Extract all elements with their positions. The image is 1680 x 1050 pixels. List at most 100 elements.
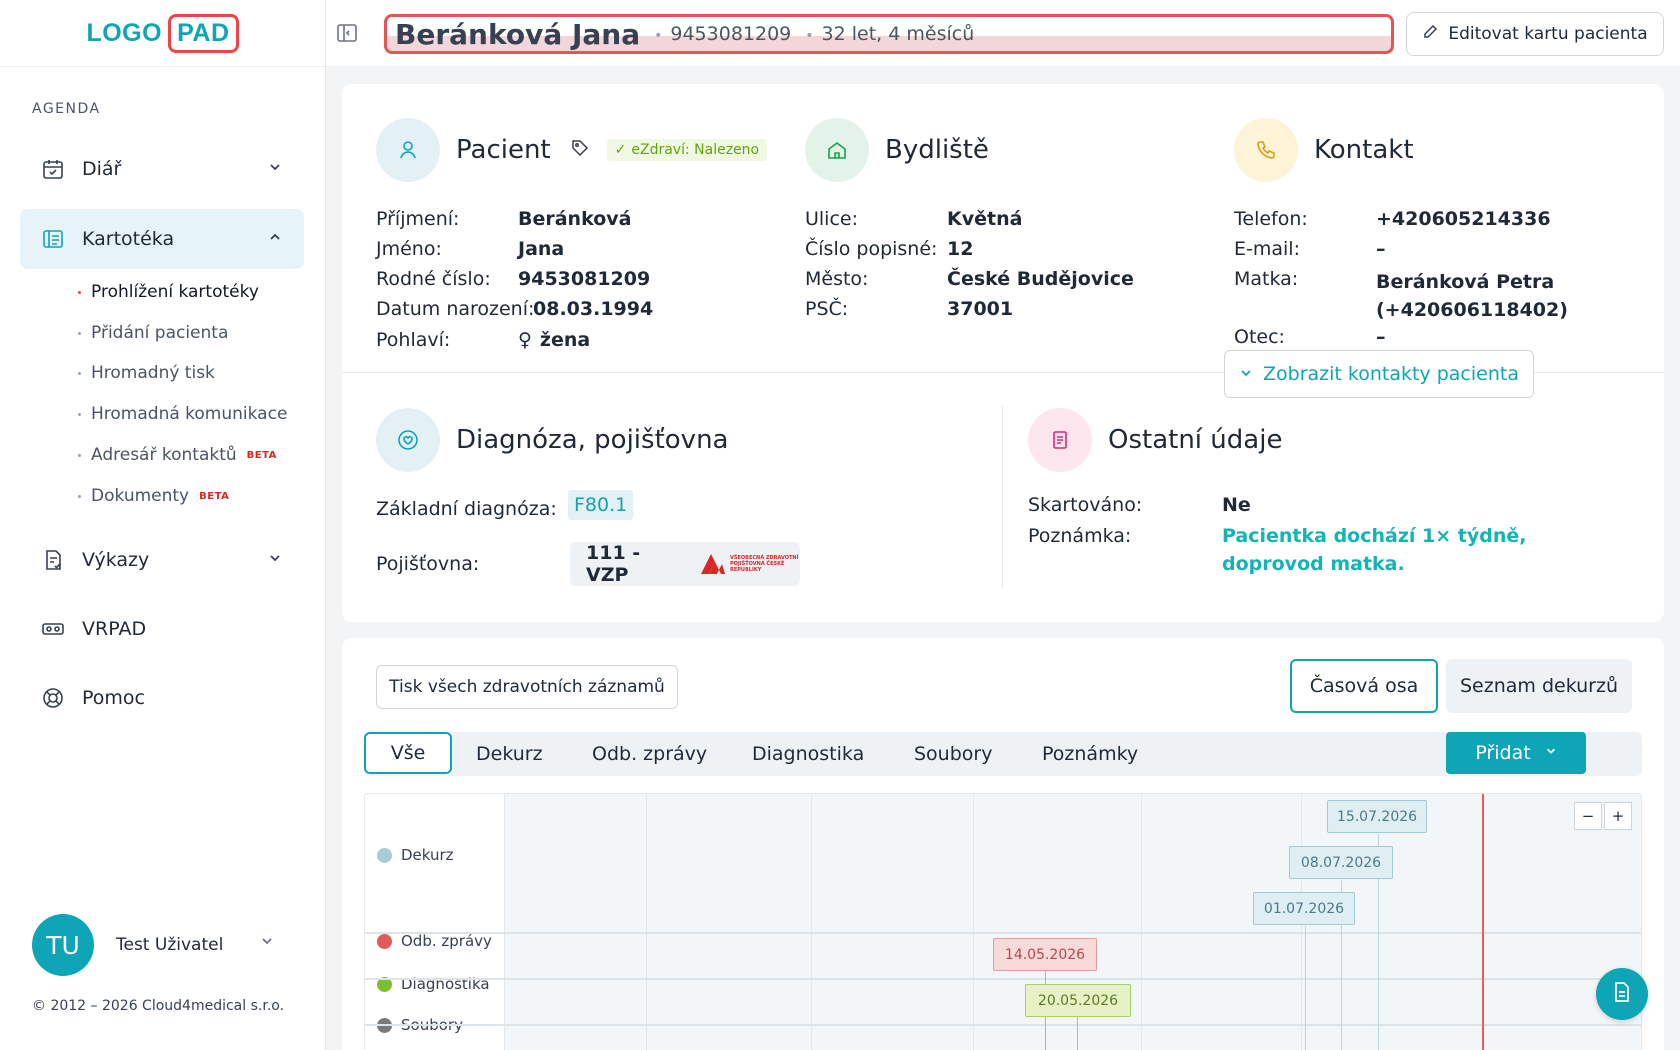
timeline-event[interactable]: 14.05.2026 <box>993 938 1097 971</box>
vr-headset-icon <box>40 616 66 642</box>
timeline-event[interactable]: 20.05.2026 <box>1025 984 1131 1017</box>
logo[interactable]: LOGO PAD <box>86 13 239 53</box>
note-value: Pacientka dochází 1× týdně, doprovod mat… <box>1222 525 1527 575</box>
section-divider-vertical <box>1002 406 1003 588</box>
zoom-in-button[interactable]: + <box>1604 802 1632 830</box>
user-menu[interactable]: TU Test Uživatel <box>32 914 272 976</box>
view-timeline-button[interactable]: Časová osa <box>1290 659 1438 713</box>
pencil-icon <box>1422 24 1438 45</box>
residence-section-header: Bydliště <box>805 118 989 182</box>
subitem-label: Přidání pacienta <box>91 323 229 343</box>
field-father: Otec: – <box>1234 326 1386 348</box>
diagnosis-code[interactable]: F80.1 <box>568 490 634 520</box>
calendar-check-icon <box>40 156 66 182</box>
field-label: Rodné číslo: <box>376 268 491 290</box>
field-note: Poznámka: <box>1028 525 1131 547</box>
field-label: Skartováno: <box>1028 494 1143 516</box>
show-contacts-label: Zobrazit kontakty pacienta <box>1263 363 1519 385</box>
lane-separator <box>365 932 1641 934</box>
sidebar-subitem-hromadny-tisk[interactable]: Hromadný tisk <box>78 363 215 383</box>
tab-dekurz[interactable]: Dekurz <box>476 732 543 776</box>
check-icon: ✓ <box>614 142 627 158</box>
field-base-diagnosis: Základní diagnóza: <box>376 498 557 520</box>
edit-patient-button[interactable]: Editovat kartu pacienta <box>1406 12 1664 56</box>
lane-name: Odb. zprávy <box>401 932 492 950</box>
chevron-down-icon <box>1239 363 1253 385</box>
lane-dot <box>377 847 392 863</box>
tag-icon[interactable] <box>571 139 589 161</box>
timeline-event[interactable]: 08.07.2026 <box>1289 846 1393 879</box>
floating-document-button[interactable] <box>1596 968 1648 1020</box>
field-value: 08.03.1994 <box>533 298 654 320</box>
sidebar-subitem-adresar[interactable]: Adresář kontaktů BETA <box>78 445 277 465</box>
field-house-number: Číslo popisné: 12 <box>805 238 973 260</box>
field-value: 12 <box>947 238 974 260</box>
sidebar-item-vykazy[interactable]: Výkazy <box>20 530 304 590</box>
sidebar-subitem-dokumenty[interactable]: Dokumenty BETA <box>78 486 229 506</box>
logo-part-1: LOGO <box>86 18 163 47</box>
timeline-event[interactable]: 01.07.2026 <box>1253 892 1355 925</box>
lifebuoy-icon <box>40 685 66 711</box>
sidebar-item-label: Výkazy <box>82 549 150 571</box>
field-value: – <box>1376 238 1386 260</box>
card-index-icon <box>40 226 66 252</box>
sidebar-toggle-icon[interactable] <box>336 22 358 44</box>
phone-icon <box>1234 118 1298 182</box>
patient-age: • 32 let, 4 měsíců <box>805 23 974 45</box>
grid-line <box>811 794 812 1050</box>
insurer-box: 111 - VZP VŠEOBECNÁ ZDRAVOTNÍ POJIŠŤOVNA… <box>570 542 800 586</box>
field-gender: Pohlaví: ♀ žena <box>376 329 590 351</box>
other-section-title: Ostatní údaje <box>1108 425 1283 455</box>
tab-all[interactable]: Vše <box>364 732 452 774</box>
patient-title: Beránková Jana • 9453081209 • 32 let, 4 mě… <box>384 14 1394 54</box>
female-icon: ♀ <box>518 329 532 351</box>
field-label: Pohlaví: <box>376 329 451 351</box>
add-record-button[interactable]: Přidat <box>1446 732 1586 774</box>
print-all-records-button[interactable]: Tisk všech zdravotních záznamů <box>376 665 678 709</box>
contact-section-title: Kontakt <box>1314 135 1414 165</box>
copyright: © 2012 – 2026 Cloud4medical s.r.o. <box>32 998 285 1014</box>
patient-info-card: Pacient ✓ eZdraví: Nalezeno Příjmení: Berá… <box>342 84 1664 622</box>
chevron-down-icon <box>268 550 282 569</box>
ezdravi-badge: ✓ eZdraví: Nalezeno <box>606 139 768 161</box>
field-label: Číslo popisné: <box>805 238 938 260</box>
sidebar: LOGO PAD AGENDA Diář Kartotéka Prohlížen… <box>0 0 326 1050</box>
lane-dot <box>377 933 392 949</box>
edit-patient-label: Editovat kartu pacienta <box>1448 24 1648 44</box>
tab-notes[interactable]: Poznámky <box>1042 732 1138 776</box>
lane-separator <box>365 978 1641 980</box>
field-value: 37001 <box>947 298 1014 320</box>
subitem-label: Adresář kontaktů <box>91 445 237 465</box>
sidebar-item-pomoc[interactable]: Pomoc <box>20 668 304 728</box>
patient-section-title: Pacient <box>456 135 551 165</box>
tab-diagnostics[interactable]: Diagnostika <box>752 732 864 776</box>
other-section-header: Ostatní údaje <box>1028 408 1282 472</box>
sidebar-subitem-prohlizeni[interactable]: Prohlížení kartotéky <box>78 282 259 302</box>
sidebar-item-label: Diář <box>82 158 122 180</box>
home-icon <box>805 118 869 182</box>
sidebar-item-label: Pomoc <box>82 687 145 709</box>
tab-files[interactable]: Soubory <box>914 732 992 776</box>
sidebar-subitem-pridani[interactable]: Přidání pacienta <box>78 323 228 343</box>
sidebar-item-diar[interactable]: Diář <box>20 139 304 199</box>
sidebar-subitem-hromadna-komunikace[interactable]: Hromadná komunikace <box>78 404 287 424</box>
field-shredded: Skartováno: Ne <box>1028 494 1251 516</box>
zoom-out-button[interactable]: − <box>1574 802 1602 830</box>
separator-dot: • <box>654 28 663 44</box>
record-tabs: Vše Dekurz Odb. zprávy Diagnostika Soubo… <box>364 732 1642 776</box>
view-list-button[interactable]: Seznam dekurzů <box>1446 659 1632 713</box>
timeline-event[interactable]: 15.07.2026 <box>1327 800 1427 833</box>
chevron-up-icon <box>268 229 282 248</box>
lane-label-reports: Odb. zprávy <box>377 932 492 950</box>
field-insurer: Pojišťovna: <box>376 553 479 575</box>
patient-name: Beránková Jana <box>395 17 641 51</box>
tab-reports[interactable]: Odb. zprávy <box>592 732 707 776</box>
user-name: Test Uživatel <box>116 935 224 955</box>
show-contacts-button[interactable]: Zobrazit kontakty pacienta <box>1224 350 1534 398</box>
residence-section-title: Bydliště <box>885 135 989 165</box>
field-firstname: Jméno: Jana <box>376 238 564 260</box>
section-label-agenda: AGENDA <box>32 101 101 117</box>
grid-line <box>973 794 974 1050</box>
sidebar-item-kartoteka[interactable]: Kartotéka <box>20 209 304 269</box>
sidebar-item-vrpad[interactable]: VRPAD <box>20 599 304 659</box>
